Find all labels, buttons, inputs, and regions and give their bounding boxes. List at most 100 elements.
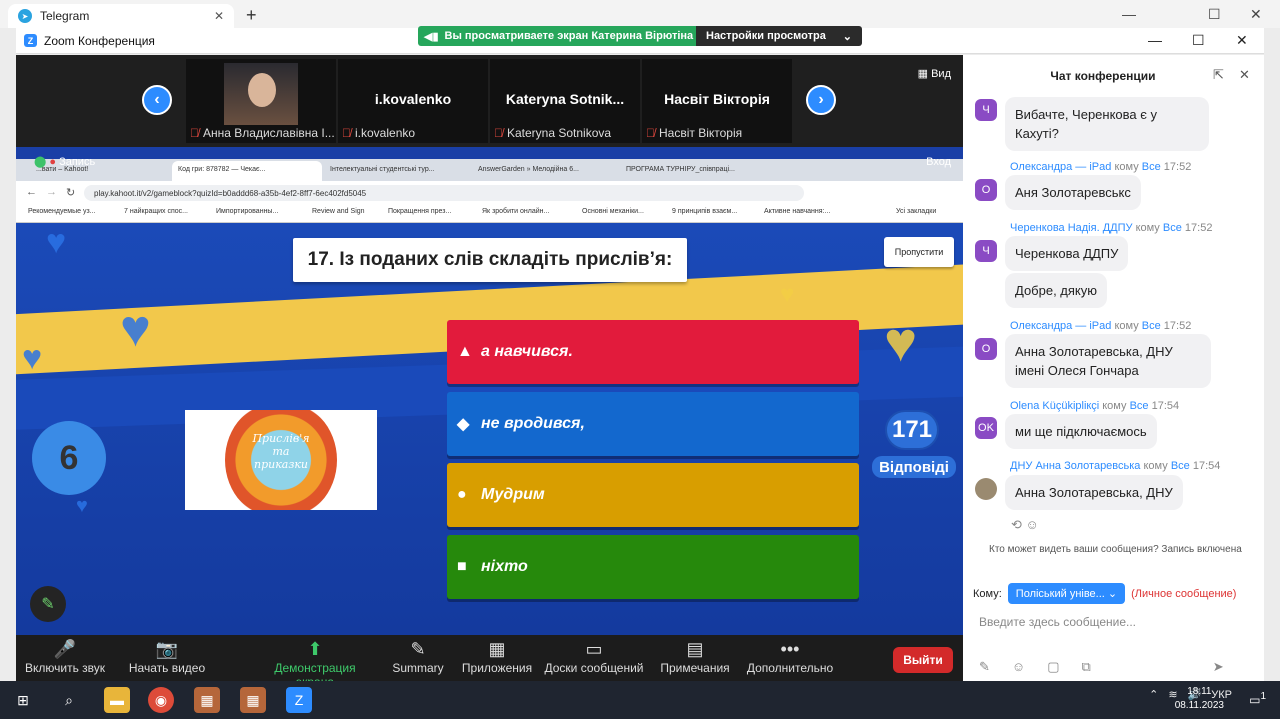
back-icon[interactable]: ← <box>26 186 37 198</box>
view-button[interactable]: ▦ Вид <box>918 67 951 80</box>
zoom-taskbar-icon[interactable]: Z <box>286 687 312 713</box>
circle-icon: ● <box>457 486 467 503</box>
avatar: OK <box>975 417 997 439</box>
answer-option-red[interactable]: ▲ а навчився. <box>447 320 859 384</box>
meeting-toolbar: 🎤 Включить звук 📷 Начать видео ⬆ Демонстрац… <box>16 635 963 689</box>
reaction-icons[interactable]: ⟲ ☺ <box>1011 517 1039 533</box>
avatar: Ч <box>975 240 997 262</box>
new-tab-button[interactable]: + <box>246 5 257 26</box>
bookmark-item[interactable]: Импортированны... <box>216 208 278 215</box>
close-icon[interactable]: ✕ <box>1239 67 1250 83</box>
zoom-minimize-button[interactable]: — <box>1148 32 1162 48</box>
shield-icon: ⬤ <box>34 156 50 168</box>
message-meta: Olena Küçükipliкçі кому Все 17:54 <box>1010 400 1180 412</box>
participant-photo <box>224 63 298 125</box>
file-icon[interactable]: ▢ <box>1047 659 1059 675</box>
app-icon[interactable]: ▦ <box>194 687 220 713</box>
forward-icon[interactable]: → <box>46 186 57 198</box>
notes-button[interactable]: ▤ Примечания <box>656 639 734 675</box>
participant-label: 🎙̸ Анна Владиславівна І... <box>190 126 335 140</box>
telegram-window-strip: ➤ Telegram ✕ + — ☐ ✕ <box>0 0 1280 28</box>
notifications-icon[interactable]: ▭1 <box>1249 691 1266 707</box>
chat-visibility-notice: Кто может видеть ваши сообщения? Запись … <box>989 544 1242 555</box>
answer-text: а навчився. <box>481 343 573 360</box>
whiteboards-button[interactable]: ▭ Доски сообщений <box>544 639 644 675</box>
answer-option-yellow[interactable]: ● Мудрим <box>447 463 859 527</box>
more-button[interactable]: ••• Дополнительно <box>744 639 836 675</box>
skip-button[interactable]: Пропустити <box>884 237 954 267</box>
bookmark-item[interactable]: 9 принципів взаєм... <box>672 208 737 215</box>
browser-tab[interactable]: ПРОГРАМА ТУРНІРУ_співпраці... <box>620 161 766 181</box>
browser-tab-active[interactable]: Код гри: 878782 — Чекає... <box>172 161 322 181</box>
message-meta: Черенкова Надія. ДДПУ кому Все 17:52 <box>1010 222 1213 234</box>
summary-button[interactable]: ✎ Summary <box>386 639 450 675</box>
close-tab-icon[interactable]: ✕ <box>214 9 224 23</box>
bookmark-item[interactable]: Review and Sign <box>312 208 365 215</box>
format-icon[interactable]: ✎ <box>979 659 990 675</box>
muted-mic-icon: 🎙̸ <box>494 126 503 140</box>
record-icon: ● <box>49 156 60 168</box>
participant-tile[interactable]: Kateryna Sotnik... 🎙̸ Kateryna Sotnikova <box>490 59 640 143</box>
answer-option-green[interactable]: ■ ніхто <box>447 535 859 599</box>
chat-message-input[interactable]: Введите здесь сообщение... <box>979 615 1136 629</box>
bookmark-item[interactable]: Як зробити онлайн... <box>482 208 549 215</box>
chat-message: Черенкова ДДПУ <box>1005 236 1129 271</box>
unmute-button[interactable]: 🎤 Включить звук <box>24 639 106 675</box>
recipient-select[interactable]: Поліський уніве... ⌄ <box>1007 583 1126 604</box>
enter-button[interactable]: Вход <box>926 156 951 168</box>
view-settings-button[interactable]: Настройки просмотра ⌄ <box>696 26 862 46</box>
participant-tile[interactable]: i.kovalenko 🎙̸ i.kovalenko <box>338 59 488 143</box>
whiteboard-icon: ▭ <box>585 639 603 659</box>
search-icon[interactable]: ⌕ <box>56 687 82 713</box>
gallery-next-button[interactable]: › <box>806 85 836 115</box>
telegram-tab-title: Telegram <box>40 9 90 23</box>
bookmark-item[interactable]: 7 найкращих спос... <box>124 208 188 215</box>
browser-tab-strip: ...вати – Kahoot! Код гри: 878782 — Чека… <box>16 159 963 181</box>
bookmark-item[interactable]: Усі закладки <box>896 208 936 215</box>
participant-name: Kateryna Sotnik... <box>505 91 625 107</box>
file-explorer-icon[interactable]: ▬ <box>104 687 130 713</box>
participant-tile[interactable]: 🎙̸ Анна Владиславівна І... <box>186 59 336 143</box>
start-video-button[interactable]: 📷 Начать видео <box>124 639 210 675</box>
bookmark-item[interactable]: Покращення през... <box>388 208 451 215</box>
reload-icon[interactable]: ↻ <box>66 186 75 199</box>
screenshot-icon[interactable]: ⧉ <box>1081 659 1090 675</box>
clock[interactable]: 18:11 08.11.2023 <box>1175 685 1224 713</box>
heart-decor: ♥ <box>884 310 918 373</box>
more-icon: ••• <box>780 639 800 659</box>
answer-text: ніхто <box>481 558 528 575</box>
browser-tab[interactable]: Інтелектуальні студентські тур... <box>324 161 470 181</box>
chrome-icon[interactable]: ◉ <box>148 687 174 713</box>
kahoot-game: ♥ ♥ ♥ ♥ ♥ ♥ 17. Із поданих слів складіть… <box>16 223 963 635</box>
participant-tile[interactable]: Насвіт Вікторія 🎙̸ Насвіт Вікторія <box>642 59 792 143</box>
bookmark-item[interactable]: Основні механіки... <box>582 208 644 215</box>
send-icon[interactable]: ➤ <box>1213 659 1224 675</box>
view-label: Вид <box>931 68 951 80</box>
zoom-maximize-button[interactable]: ☐ <box>1192 32 1205 49</box>
url-input[interactable]: play.kahoot.it/v2/gameblock?quizId=b0add… <box>84 185 804 201</box>
zoom-close-button[interactable]: ✕ <box>1236 32 1248 49</box>
popout-icon[interactable]: ⇱ <box>1213 67 1224 83</box>
gallery-prev-button[interactable]: ‹ <box>142 85 172 115</box>
app-icon[interactable]: ▦ <box>240 687 266 713</box>
chat-message: Анна Золотаревська, ДНУ імені Олеся Гонч… <box>1005 334 1211 388</box>
answer-option-blue[interactable]: ◆ не вродився, <box>447 392 859 456</box>
bookmark-item[interactable]: Активне навчання:... <box>764 208 830 215</box>
browser-tab[interactable]: AnswerGarden » Мелодійна 6... <box>472 161 618 181</box>
close-window-button[interactable]: ✕ <box>1250 6 1262 23</box>
screen-share-icon: ◀▮ <box>424 30 439 43</box>
avatar: Ч <box>975 99 997 121</box>
answer-text: Мудрим <box>481 486 545 503</box>
bookmark-item[interactable]: Рекомендуемые уз... <box>28 208 95 215</box>
emoji-icon[interactable]: ☺ <box>1012 659 1025 675</box>
leave-button[interactable]: Выйти <box>893 647 953 673</box>
minimize-button[interactable]: — <box>1122 6 1136 22</box>
apps-button[interactable]: ▦ Приложения <box>460 639 534 675</box>
maximize-button[interactable]: ☐ <box>1208 6 1221 23</box>
windows-start-icon[interactable]: ⊞ <box>10 687 36 713</box>
telegram-tab[interactable]: ➤ Telegram ✕ <box>8 4 234 28</box>
chevron-up-icon[interactable]: ⌃ <box>1149 688 1158 701</box>
record-indicator[interactable]: ⬤ ● Запись <box>34 155 95 168</box>
chat-actions: ✎ ☺ ▢ ⧉ ➤ <box>979 659 1224 675</box>
pencil-icon[interactable]: ✎ <box>30 586 66 622</box>
